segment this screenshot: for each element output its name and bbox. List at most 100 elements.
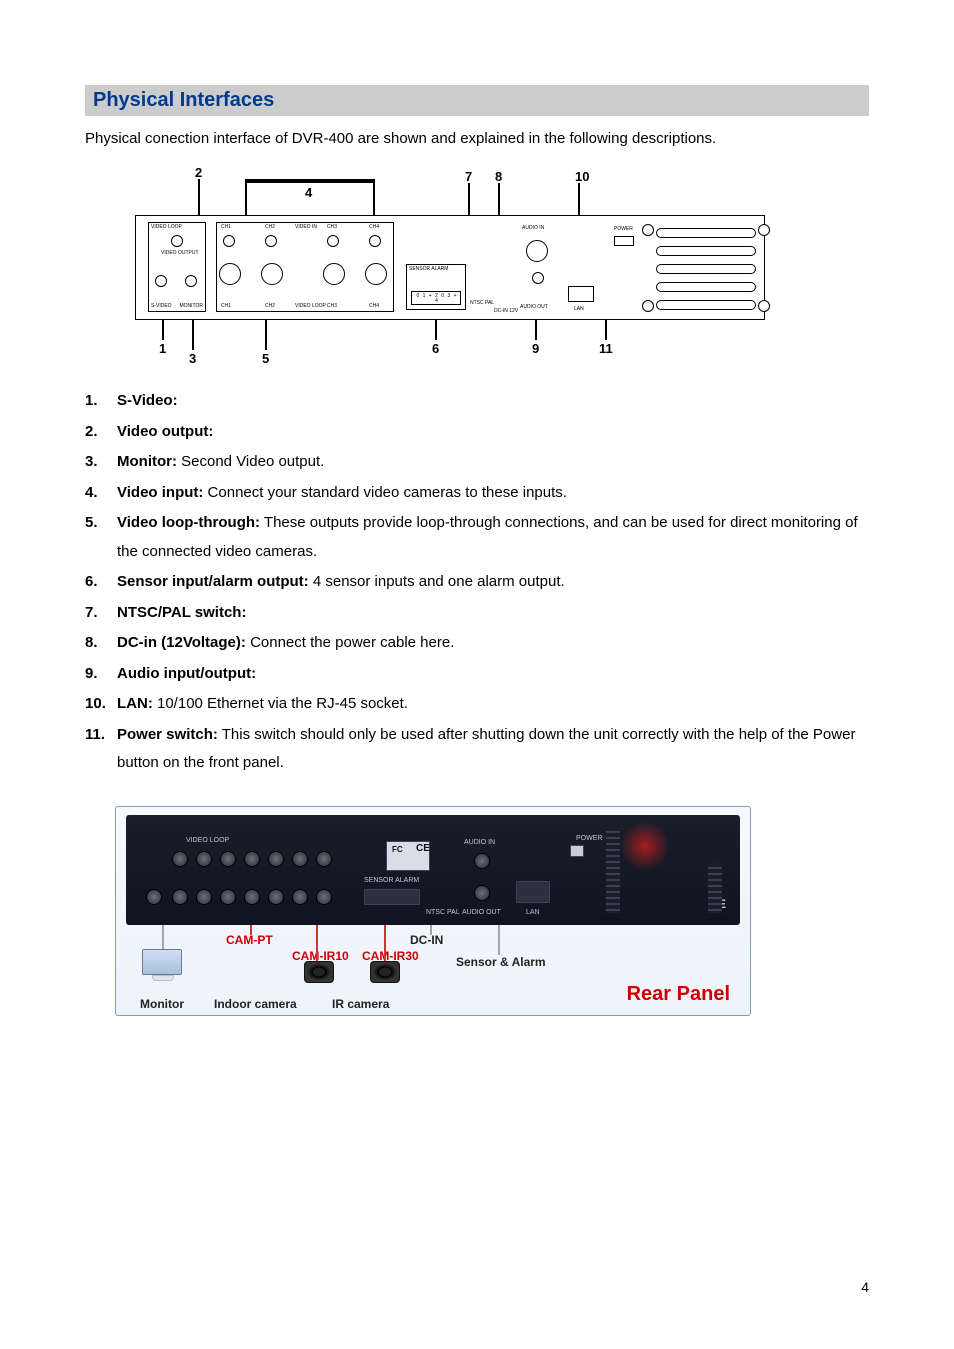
label-ch1b: CH1 xyxy=(221,304,231,309)
desc: Connect your standard video cameras to t… xyxy=(203,484,567,501)
desc: 10/100 Ethernet via the RJ-45 socket. xyxy=(153,695,408,712)
leader-line xyxy=(384,925,386,961)
label-ch2b: CH2 xyxy=(265,304,275,309)
interface-list: S-Video: Video output: Monitor: Second V… xyxy=(85,387,869,778)
label-ir-camera: IR camera xyxy=(332,997,389,1011)
leader-line xyxy=(198,179,200,219)
device-vent xyxy=(606,827,620,913)
connector xyxy=(265,235,277,247)
connector xyxy=(526,240,548,262)
term: LAN: xyxy=(117,695,153,712)
term: Video loop-through: xyxy=(117,514,260,531)
callout-2: 2 xyxy=(195,165,202,180)
connector xyxy=(323,263,345,285)
term: Sensor input/alarm output: xyxy=(117,573,309,590)
section-heading-bar: Physical Interfaces xyxy=(85,85,869,116)
connector xyxy=(261,263,283,285)
term: DC-in (12Voltage): xyxy=(117,634,246,651)
callout-11: 11 xyxy=(599,341,613,356)
callout-8: 8 xyxy=(495,169,502,184)
connector xyxy=(155,275,167,287)
label-svideo: S-VIDEO xyxy=(151,304,172,309)
label-monitor: MONITOR xyxy=(179,304,203,309)
leader-line xyxy=(535,320,537,340)
label-audio-in: AUDIO IN xyxy=(522,226,544,231)
fc-mark: FC xyxy=(392,845,403,854)
callout-10: 10 xyxy=(575,169,589,184)
leader-line xyxy=(468,183,470,219)
label-power: POWER xyxy=(614,226,633,232)
label-sensor-alarm: SENSOR ALARM xyxy=(409,267,448,272)
device-label: SENSOR ALARM xyxy=(364,877,419,884)
label-ch2: CH2 xyxy=(265,225,275,230)
callout-4: 4 xyxy=(305,185,312,200)
label-ch3b: CH3 xyxy=(327,304,337,309)
callout-1: 1 xyxy=(159,341,166,356)
callout-7: 7 xyxy=(465,169,472,184)
label-ntsc-pal: NTSC PAL xyxy=(470,300,494,306)
sensor-alarm-group: SENSOR ALARM 0 1 + 2 0 3 + 4 xyxy=(406,264,466,310)
leader-line xyxy=(578,183,580,219)
ce-mark: CE xyxy=(416,843,430,854)
term: Video output: xyxy=(117,423,213,440)
list-item: Video input: Connect your standard video… xyxy=(85,479,869,508)
term: Monitor: xyxy=(117,453,177,470)
term: Video input: xyxy=(117,484,203,501)
rear-panel-diagram: 2 4 7 8 10 VIDEO LOOP VIDEO OUTPUT S-VID… xyxy=(135,165,765,365)
leader-line xyxy=(605,320,607,340)
label-lan: LAN xyxy=(574,306,584,312)
callout-3: 3 xyxy=(189,351,196,366)
list-item: Monitor: Second Video output. xyxy=(85,448,869,477)
label-sensor-pins: 0 1 + 2 0 3 + 4 xyxy=(414,294,460,304)
camera-icon xyxy=(304,961,334,983)
label-ch1: CH1 xyxy=(221,225,231,230)
leader-line xyxy=(245,179,247,219)
leader-line xyxy=(265,320,267,350)
device-label: VIDEO LOOP xyxy=(186,837,229,844)
leader-line xyxy=(162,320,164,340)
label-monitor-photo: Monitor xyxy=(140,997,184,1011)
leader-line xyxy=(250,925,252,935)
label-dcin-photo: DC-IN xyxy=(410,933,443,947)
callout-6: 6 xyxy=(432,341,439,356)
callout-9: 9 xyxy=(532,341,539,356)
connector xyxy=(365,263,387,285)
leader-line xyxy=(430,925,432,935)
list-item: LAN: 10/100 Ethernet via the RJ-45 socke… xyxy=(85,690,869,719)
page-number: 4 xyxy=(861,1279,869,1295)
vent-slots xyxy=(656,224,756,312)
leader-line xyxy=(316,925,318,961)
device-photo: FC CE VIDEO LOOP SENSOR ALARM NTSC PAL A… xyxy=(126,815,740,925)
device-label: AUDIO OUT xyxy=(462,909,501,916)
camera-icon xyxy=(370,961,400,983)
list-item: S-Video: xyxy=(85,387,869,416)
video-output-group: VIDEO LOOP VIDEO OUTPUT S-VIDEO MONITOR xyxy=(148,222,206,312)
connector xyxy=(369,235,381,247)
monitor-icon xyxy=(142,949,184,983)
panel-outline: VIDEO LOOP VIDEO OUTPUT S-VIDEO MONITOR … xyxy=(135,215,765,320)
label-rear-panel: Rear Panel xyxy=(627,983,730,1006)
leader-line xyxy=(498,183,500,219)
callout-5: 5 xyxy=(262,351,269,366)
terminal-block: 0 1 + 2 0 3 + 4 xyxy=(411,291,461,305)
audio-group: AUDIO IN AUDIO OUT xyxy=(518,226,558,310)
term: Audio input/output: xyxy=(117,665,256,682)
label-ch4b: CH4 xyxy=(369,304,379,309)
leader-line xyxy=(373,179,375,219)
desc: This switch should only be used after sh… xyxy=(117,726,855,772)
label-ch4: CH4 xyxy=(369,225,379,230)
device-label: POWER xyxy=(576,835,602,842)
document-page: Physical Interfaces Physical conection i… xyxy=(0,0,954,1349)
term: Power switch: xyxy=(117,726,218,743)
leader-line xyxy=(245,179,375,183)
intro-paragraph: Physical conection interface of DVR-400 … xyxy=(85,130,869,147)
video-in-group: CH1 CH2 VIDEO IN CH3 CH4 CH1 CH2 VIDEO L… xyxy=(216,222,394,312)
term: NTSC/PAL switch: xyxy=(117,604,246,621)
desc: Second Video output. xyxy=(177,453,324,470)
label-indoor-camera: Indoor camera xyxy=(214,997,297,1011)
label-video-loop: VIDEO LOOP xyxy=(151,225,182,230)
desc: Connect the power cable here. xyxy=(246,634,454,651)
desc: 4 sensor inputs and one alarm output. xyxy=(309,573,565,590)
device-label: NTSC PAL xyxy=(426,909,460,916)
label-ch3: CH3 xyxy=(327,225,337,230)
